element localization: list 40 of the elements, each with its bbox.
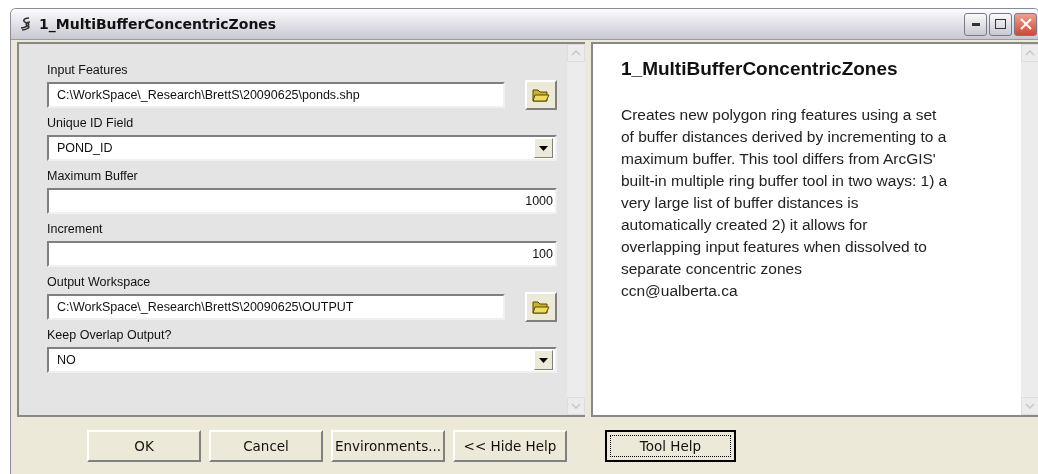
tool-icon — [19, 16, 33, 32]
caret-icon — [539, 145, 548, 151]
browse-button[interactable] — [525, 80, 557, 110]
scrollbar[interactable] — [567, 44, 585, 415]
window-title: 1_MultiBufferConcentricZones — [39, 16, 278, 32]
minimize-button[interactable] — [964, 12, 987, 36]
maximize-button[interactable] — [989, 12, 1012, 36]
contact-email: ccn@ualberta.ca — [621, 281, 739, 301]
number-field[interactable]: 1000 — [47, 188, 557, 214]
path-field[interactable]: C:\WorkSpace\_Research\BrettS\20090625\ponds.shp — [47, 82, 505, 108]
close-button[interactable] — [1014, 12, 1037, 36]
folder-icon — [532, 87, 550, 103]
close-icon — [1019, 18, 1032, 30]
folder-icon — [532, 299, 550, 315]
parameter-label: Input Features — [47, 62, 129, 79]
scroll-up-icon[interactable] — [571, 50, 581, 56]
dialog-button[interactable]: OK — [87, 430, 201, 462]
help-title: 1_MultiBufferConcentricZones — [621, 58, 899, 80]
scrollbar[interactable] — [1021, 44, 1038, 415]
help-description: Creates new polygon ring features using a set of buffer distances derived by incrementing to a maximum buffer. This tool differs from ArcGIS' built-in multiple ring buffer tool in two ways: 1) a very large list of buffer distances is automatically created 2) it allows for overlapping input features when dissolved to separate concentric zones ccn@ualberta.ca — [621, 104, 951, 302]
minimize-icon — [971, 22, 980, 26]
parameter-label: Output Workspace — [47, 274, 152, 291]
parameter-label: Maximum Buffer — [47, 168, 139, 185]
scroll-down-icon[interactable] — [1025, 403, 1035, 409]
path-field[interactable]: C:\WorkSpace\_Research\BrettS\20090625\OUTPUT — [47, 294, 505, 320]
parameter-label: Increment — [47, 221, 104, 238]
scroll-down-icon[interactable] — [571, 403, 581, 409]
maximize-icon — [995, 19, 1006, 29]
scroll-up-icon[interactable] — [1025, 50, 1035, 56]
dialog-button[interactable]: << Hide Help — [453, 430, 567, 462]
browse-button[interactable] — [525, 292, 557, 322]
dialog-button[interactable]: Tool Help — [605, 430, 736, 462]
parameter-label: Keep Overlap Output? — [47, 327, 173, 344]
dropdown-field[interactable]: NO — [47, 347, 557, 373]
caret-icon — [539, 357, 548, 363]
dialog-button[interactable]: Cancel — [209, 430, 323, 462]
dropdown-field[interactable]: POND_ID — [47, 135, 557, 161]
parameter-label: Unique ID Field — [47, 115, 135, 132]
dialog-button[interactable]: Environments... — [331, 430, 445, 462]
number-field[interactable]: 100 — [47, 241, 557, 267]
